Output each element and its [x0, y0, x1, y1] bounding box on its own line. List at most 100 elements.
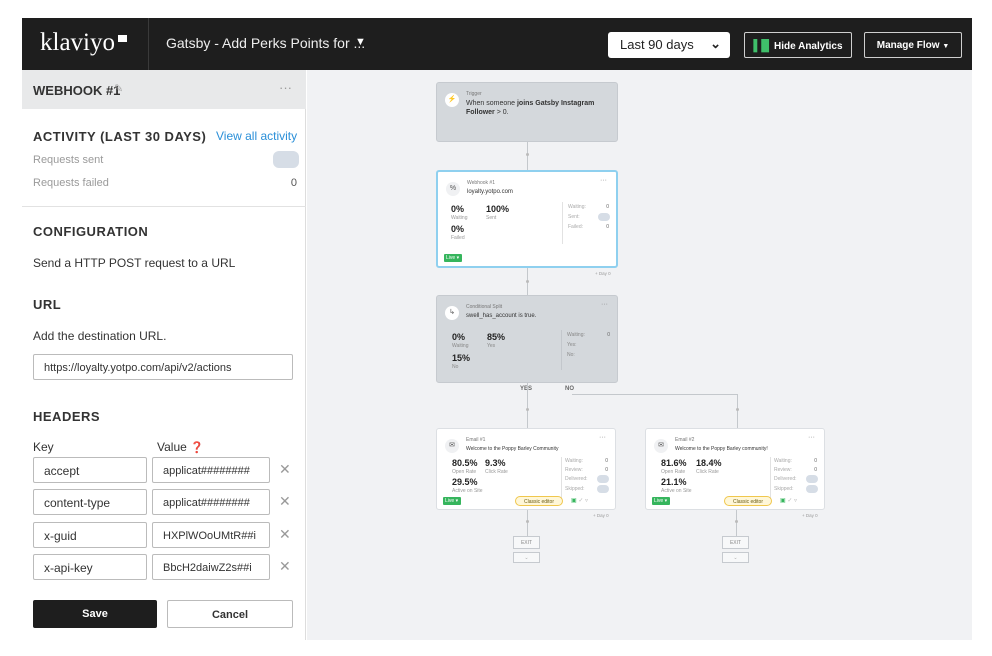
- exit-expand-icon[interactable]: ⌄: [722, 552, 749, 563]
- live-status-badge[interactable]: Live ▾: [444, 254, 462, 262]
- edit-icon[interactable]: ✓: [578, 498, 583, 504]
- help-icon[interactable]: ❓: [190, 442, 204, 454]
- side-failed-value: 0: [606, 224, 609, 230]
- more-options-icon[interactable]: ···: [601, 301, 608, 308]
- sent-percent: 100%: [486, 204, 510, 214]
- flow-canvas[interactable]: ⚡ Trigger When someone joins Gatsby Inst…: [307, 70, 972, 640]
- loading-pill: [806, 475, 818, 483]
- exit-node[interactable]: EXIT: [513, 536, 540, 549]
- divider: [562, 202, 563, 244]
- live-status-badge[interactable]: Live ▾: [443, 497, 461, 505]
- header-key-input[interactable]: accept: [33, 457, 147, 483]
- connector: [737, 394, 738, 428]
- more-options-icon[interactable]: ···: [599, 434, 606, 441]
- node-description: loyalty.yotpo.com: [467, 189, 513, 195]
- waiting-percent: 0%: [451, 204, 465, 214]
- node-description: Welcome to the Poppy Barley community!: [675, 446, 768, 452]
- divider: [561, 330, 562, 370]
- header-key-input[interactable]: x-guid: [33, 522, 147, 548]
- yes-label: Yes: [487, 343, 496, 349]
- divider: [561, 457, 562, 499]
- failed-percent: 0%: [451, 224, 465, 234]
- more-options-icon[interactable]: ···: [808, 434, 815, 441]
- add-step-dot[interactable]: [526, 280, 529, 283]
- trigger-node[interactable]: ⚡ Trigger When someone joins Gatsby Inst…: [436, 82, 618, 142]
- preview-icon[interactable]: ▣: [780, 498, 786, 504]
- manage-flow-button[interactable]: Manage Flow ▼: [864, 32, 962, 58]
- header-value-input[interactable]: HXPlWOoUMtR##i: [152, 522, 270, 548]
- filter-icon[interactable]: ▿: [794, 498, 797, 504]
- date-range-select[interactable]: Last 90 days ⌄: [608, 32, 730, 58]
- klaviyo-logo[interactable]: klaviyo: [40, 29, 127, 57]
- url-input[interactable]: https://loyalty.yotpo.com/api/v2/actions: [33, 354, 293, 380]
- cancel-button[interactable]: Cancel: [167, 600, 293, 628]
- connector: [527, 383, 528, 428]
- date-range-value: Last 90 days: [620, 37, 694, 52]
- edit-icon[interactable]: ✓: [787, 498, 792, 504]
- preview-icon[interactable]: ▣: [571, 498, 577, 504]
- conditional-split-node[interactable]: ↳ Conditional Split swell_has_account is…: [436, 295, 618, 383]
- loading-pill: [597, 485, 609, 493]
- node-type: Conditional Split: [466, 304, 503, 310]
- waiting-label: Waiting: [451, 215, 468, 221]
- side-review-value: 0: [814, 467, 817, 473]
- remove-header-icon[interactable]: ✕: [279, 526, 291, 543]
- yes-percent: 85%: [487, 332, 506, 342]
- open-rate-value: 81.6%: [661, 458, 687, 468]
- live-label: Live: [446, 255, 456, 261]
- divider: [22, 206, 306, 207]
- remove-header-icon[interactable]: ✕: [279, 493, 291, 510]
- remove-header-icon[interactable]: ✕: [279, 558, 291, 575]
- view-all-activity-link[interactable]: View all activity: [216, 129, 297, 143]
- live-status-badge[interactable]: Live ▾: [652, 497, 670, 505]
- add-step-dot[interactable]: [526, 408, 529, 411]
- node-description: When someone joins Gatsby Instagram Foll…: [466, 99, 614, 117]
- exit-node[interactable]: EXIT: [722, 536, 749, 549]
- requests-sent-label: Requests sent: [33, 154, 104, 166]
- click-rate-value: 9.3%: [485, 458, 506, 468]
- no-percent: 15%: [452, 353, 471, 363]
- header-key-input[interactable]: x-api-key: [33, 554, 147, 580]
- add-step-dot[interactable]: [526, 153, 529, 156]
- email-node[interactable]: ✉ Email #2 Welcome to the Poppy Barley c…: [645, 428, 825, 510]
- header-value-input[interactable]: applicat########: [152, 457, 270, 483]
- hide-analytics-button[interactable]: ▌█ Hide Analytics: [744, 32, 852, 58]
- side-yes-label: Yes:: [567, 342, 577, 348]
- side-waiting-label: Waiting:: [565, 458, 583, 464]
- side-waiting-label: Waiting:: [567, 332, 585, 338]
- node-action-icons[interactable]: ▣ ✓ ▿: [780, 497, 797, 504]
- remove-header-icon[interactable]: ✕: [279, 461, 291, 478]
- side-no-label: No:: [567, 352, 575, 358]
- webhook-node[interactable]: % Webhook #1 loyalty.yotpo.com ··· 0% Wa…: [436, 170, 618, 268]
- more-options-icon[interactable]: ···: [279, 80, 292, 95]
- header-value-input[interactable]: BbcH2daiwZ2s##i: [152, 554, 270, 580]
- flow-title-caret-icon[interactable]: ▼: [355, 36, 366, 48]
- trigger-condition: > 0.: [494, 109, 509, 116]
- pencil-icon[interactable]: ✎: [114, 82, 123, 95]
- click-rate-label: Click Rate: [696, 469, 719, 475]
- configuration-description: Send a HTTP POST request to a URL: [33, 256, 236, 270]
- envelope-icon: ✉: [445, 439, 459, 453]
- classic-editor-badge[interactable]: Classic editor: [724, 496, 772, 506]
- open-rate-label: Open Rate: [661, 469, 686, 475]
- active-on-site-label: Active on Site: [452, 488, 483, 494]
- filter-icon[interactable]: ▿: [585, 498, 588, 504]
- loading-pill: [806, 485, 818, 493]
- exit-expand-icon[interactable]: ⌄: [513, 552, 540, 563]
- connector: [527, 510, 528, 536]
- flow-title[interactable]: Gatsby - Add Perks Points for ...: [166, 35, 365, 51]
- save-button[interactable]: Save: [33, 600, 157, 628]
- split-icon: ↳: [445, 306, 459, 320]
- side-waiting-label: Waiting:: [568, 204, 586, 210]
- node-action-icons[interactable]: ▣ ✓ ▿: [571, 497, 588, 504]
- email-node[interactable]: ✉ Email #1 Welcome to the Poppy Barley C…: [436, 428, 616, 510]
- add-step-dot[interactable]: [526, 520, 529, 523]
- add-step-dot[interactable]: [735, 520, 738, 523]
- classic-editor-badge[interactable]: Classic editor: [515, 496, 563, 506]
- key-column-label: Key: [33, 440, 54, 454]
- add-step-dot[interactable]: [736, 408, 739, 411]
- header-key-input[interactable]: content-type: [33, 489, 147, 515]
- more-options-icon[interactable]: ···: [600, 177, 607, 184]
- side-waiting-value: 0: [605, 458, 608, 464]
- header-value-input[interactable]: applicat########: [152, 489, 270, 515]
